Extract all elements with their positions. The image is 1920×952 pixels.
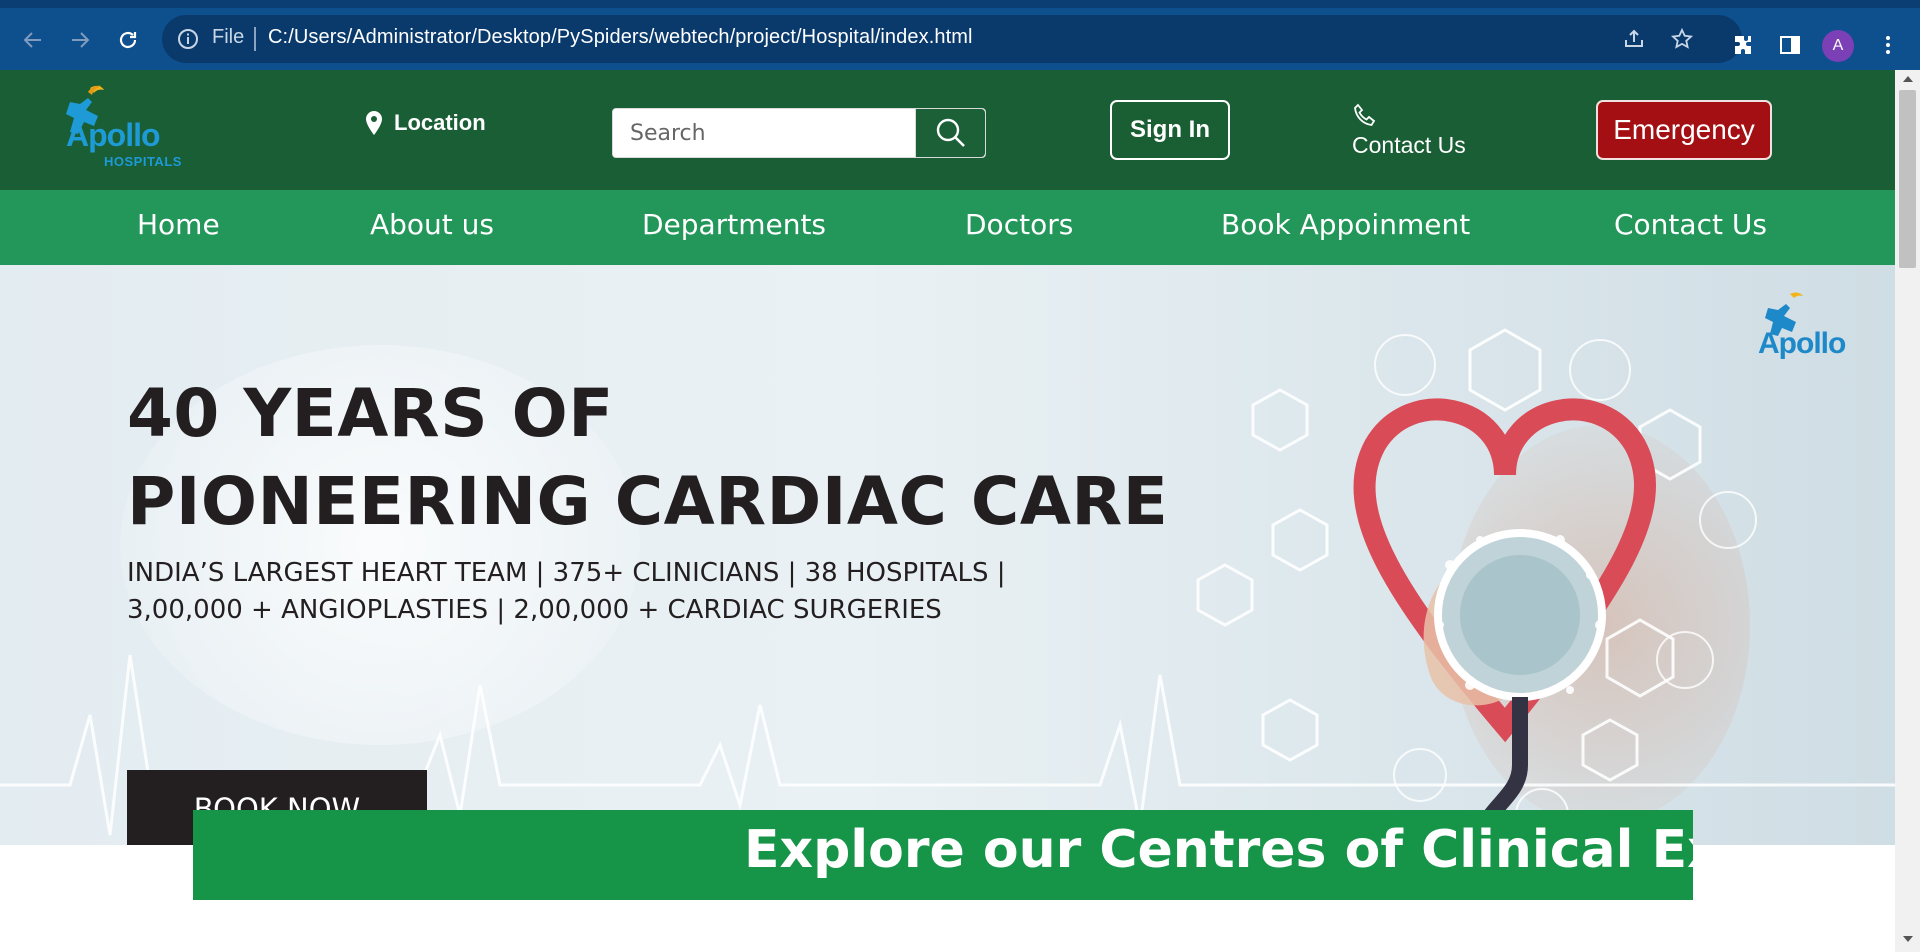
centres-banner-text: Explore our Centres of Clinical Excellen… [744,820,1693,880]
nav-item-contact[interactable]: Contact Us [1614,208,1767,241]
menu-button[interactable] [1874,31,1902,59]
search-bar [612,108,986,158]
sign-in-button[interactable]: Sign In [1110,100,1230,160]
hero-logo-wordmark: Apollo [1758,327,1846,360]
nav-item-about[interactable]: About us [370,208,494,241]
contact-us-header-link[interactable]: Contact Us [1352,102,1466,159]
hero-subtitle-line-1: INDIA’S LARGEST HEART TEAM | 375+ CLINIC… [127,558,1006,588]
browser-toolbar: File C:/Users/Administrator/Desktop/PySp… [0,0,1920,70]
scroll-thumb[interactable] [1899,90,1916,268]
map-pin-icon [366,111,382,135]
centres-banner: Explore our Centres of Clinical Excellen… [193,810,1693,900]
search-button[interactable] [915,109,985,157]
arrow-left-icon [23,32,41,48]
stethoscope-diaphragm [1460,555,1580,675]
phone-icon [1354,103,1376,126]
reload-icon [119,31,137,49]
nav-item-home[interactable]: Home [137,208,220,241]
hero-subtitle: INDIA’S LARGEST HEART TEAM | 375+ CLINIC… [127,555,1087,629]
hero-banner: 40 YEARS OF PIONEERING CARDIAC CARE INDI… [0,265,1895,845]
profile-avatar[interactable]: A [1822,30,1854,62]
back-button[interactable] [17,24,49,56]
location-label: Location [394,110,486,135]
heart-stethoscope-illustration [1196,328,1757,842]
reload-button[interactable] [112,24,144,56]
arrow-right-icon [72,32,90,48]
scheme-label: File [212,26,245,48]
star-icon[interactable] [1670,27,1694,51]
nav-item-doctors[interactable]: Doctors [965,208,1073,241]
scroll-down-arrow-icon[interactable] [1903,936,1913,942]
nav-item-book-appointment[interactable]: Book Appoinment [1221,208,1470,241]
search-icon [936,118,965,147]
info-icon[interactable] [176,27,200,51]
puzzle-icon [1735,36,1751,54]
omnibox-divider [254,27,256,51]
contact-us-label: Contact Us [1352,132,1466,158]
vertical-scrollbar[interactable] [1895,70,1920,952]
logo-subtitle: HOSPITALS [104,154,182,169]
location-link[interactable]: Location [364,110,486,136]
hero-title-line-2: PIONEERING CARDIAC CARE [127,463,1169,540]
hero-title-line-1: 40 YEARS OF [127,375,614,452]
nav-item-departments[interactable]: Departments [642,208,826,241]
share-icon[interactable] [1622,27,1646,51]
logo-wordmark: Apollo [66,117,161,153]
kebab-menu-icon [1886,36,1890,54]
side-panel-button[interactable] [1776,31,1804,59]
apollo-logo[interactable]: Apollo HOSPITALS [62,82,182,172]
page-viewport: Apollo HOSPITALS Location Sign In Contac… [0,70,1895,952]
search-input[interactable] [613,109,915,157]
hero-title: 40 YEARS OF PIONEERING CARDIAC CARE [127,370,1168,546]
scroll-up-arrow-icon[interactable] [1903,76,1913,82]
url-text[interactable]: C:/Users/Administrator/Desktop/PySpiders… [268,26,973,49]
hero-subtitle-line-2: 3,00,000 + ANGIOPLASTIES | 2,00,000 + CA… [127,595,942,625]
main-nav: Home About us Departments Doctors Book A… [0,190,1895,265]
site-header: Apollo HOSPITALS Location Sign In Contac… [0,70,1895,190]
address-bar[interactable]: File C:/Users/Administrator/Desktop/PySp… [162,15,1742,63]
extensions-button[interactable] [1729,31,1757,59]
hero-apollo-logo: Apollo [1750,290,1860,370]
forward-button[interactable] [64,24,96,56]
side-panel-icon [1780,36,1800,54]
emergency-button[interactable]: Emergency [1596,100,1772,160]
